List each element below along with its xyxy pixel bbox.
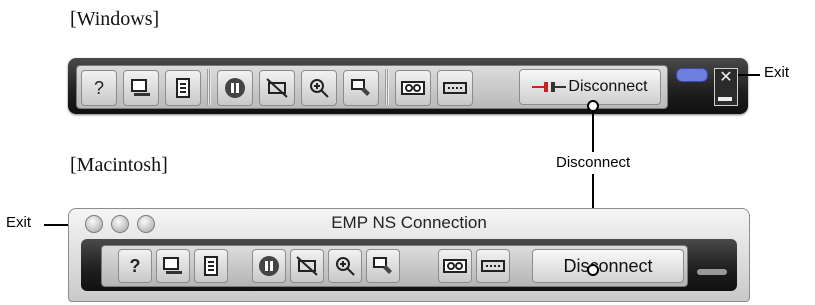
document-icon xyxy=(204,256,218,276)
windows-toolbar-panel: ? Disconnect xyxy=(76,65,668,109)
display-button[interactable] xyxy=(123,70,159,106)
document-icon xyxy=(176,78,190,98)
e-zoom-button[interactable] xyxy=(328,249,362,283)
mac-exit-callout: Exit xyxy=(6,214,32,231)
question-icon: ? xyxy=(93,77,104,98)
pause-button[interactable] xyxy=(217,70,253,106)
mac-toolbar: ? Disconnect xyxy=(81,239,737,291)
callout-dot xyxy=(587,264,599,276)
disconnect-label: Disconnect xyxy=(563,255,653,276)
mac-toolbar-panel: ? Disconnect xyxy=(101,245,688,287)
zoom-icon xyxy=(336,257,355,276)
close-icon: ✕ xyxy=(719,69,733,86)
minimize-icon xyxy=(718,97,732,101)
windows-heading: [Windows] xyxy=(70,8,160,30)
keyboard-button[interactable] xyxy=(476,249,510,283)
exit-callout-line xyxy=(738,74,760,76)
disconnect-button[interactable]: Disconnect xyxy=(532,249,684,283)
windows-exit-callout: Exit xyxy=(764,64,790,81)
toolbar-separator xyxy=(385,69,389,105)
settings-button[interactable] xyxy=(343,70,379,106)
question-icon: ? xyxy=(129,255,141,276)
disconnect-label: Disconnect xyxy=(568,78,648,95)
minimize-bar[interactable] xyxy=(697,269,727,275)
zoom-icon xyxy=(310,79,329,98)
mac-window-title: EMP NS Connection xyxy=(331,213,487,232)
pause-icon xyxy=(225,78,245,98)
help-button[interactable]: ? xyxy=(81,70,117,106)
plug-icon xyxy=(532,82,567,92)
disconnect-callout: Disconnect xyxy=(556,154,631,171)
disconnect-callout-line-upper xyxy=(592,110,594,152)
macintosh-heading: [Macintosh] xyxy=(70,154,168,176)
windows-toolbar: ? Disconnect ✕ xyxy=(68,58,748,114)
tool-icon xyxy=(373,257,392,274)
keyboard-icon xyxy=(481,260,505,272)
mute-icon xyxy=(266,78,288,98)
av-mute-button[interactable] xyxy=(259,70,295,106)
tool-icon xyxy=(351,79,370,96)
status-indicator xyxy=(676,68,708,82)
videotape-button[interactable] xyxy=(395,70,431,106)
videotape-button[interactable] xyxy=(438,249,472,283)
pause-icon xyxy=(259,256,279,276)
help-button[interactable]: ? xyxy=(118,249,152,283)
pause-button[interactable] xyxy=(252,249,286,283)
tape-icon xyxy=(401,81,425,95)
exit-button[interactable]: ✕ xyxy=(714,68,738,106)
page-button[interactable] xyxy=(194,249,228,283)
keyboard-button[interactable] xyxy=(437,70,473,106)
av-mute-button[interactable] xyxy=(290,249,324,283)
mac-window: EMP NS Connection ? Disconnect xyxy=(68,208,750,302)
page-button[interactable] xyxy=(165,70,201,106)
settings-button[interactable] xyxy=(366,249,400,283)
monitor-icon xyxy=(163,257,182,274)
mute-icon xyxy=(296,256,318,276)
keyboard-icon xyxy=(443,82,467,94)
display-button[interactable] xyxy=(156,249,190,283)
e-zoom-button[interactable] xyxy=(301,70,337,106)
monitor-icon xyxy=(131,79,150,96)
toolbar-separator xyxy=(207,69,211,105)
tape-icon xyxy=(443,259,467,273)
